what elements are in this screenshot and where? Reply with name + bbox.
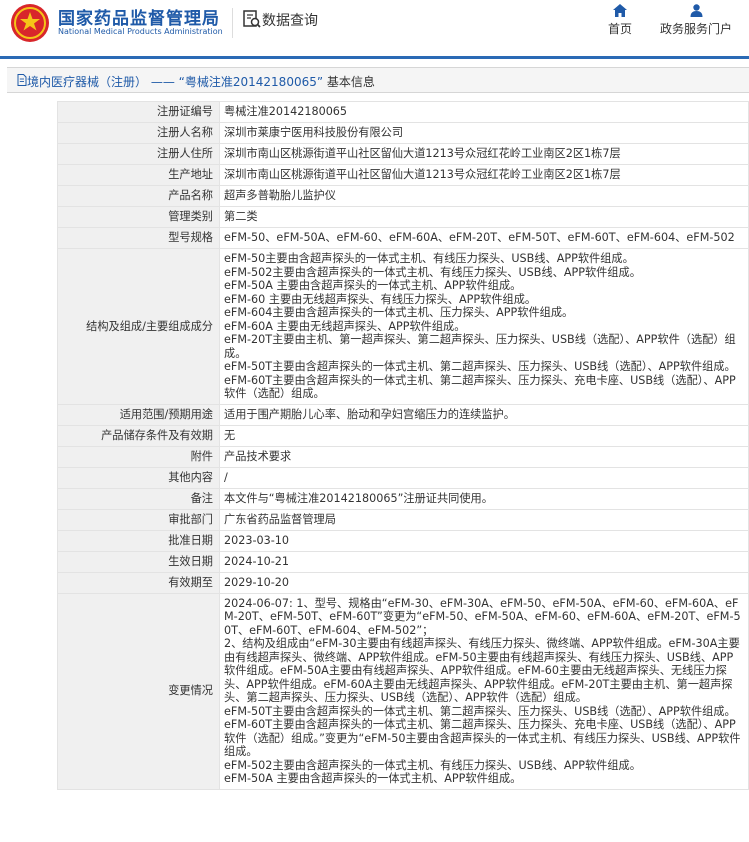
field-label: 产品名称 [57, 185, 220, 207]
field-value: 深圳市莱康宁医用科技股份有限公司 [219, 122, 749, 144]
registration-info-table: 注册证编号 粤械注准20142180065 注册人名称 深圳市莱康宁医用科技股份有限公… [57, 101, 749, 790]
breadcrumb-separator: —— [147, 75, 179, 89]
field-value: 广东省药品监督管理局 [219, 508, 749, 531]
site-title[interactable]: 国家药品监督管理局 [58, 4, 220, 29]
table-row: 结构及组成/主要组成成分 eFM-50主要由含超声探头的一体式主机、有线压力探头、… [57, 248, 749, 405]
table-row: 注册证编号 粤械注准20142180065 [57, 101, 749, 123]
field-label: 产品储存条件及有效期 [57, 424, 220, 447]
field-label: 注册人名称 [57, 122, 220, 144]
breadcrumb-item: “粤械注准20142180065” [178, 75, 324, 89]
table-row: 产品名称 超声多普勒胎儿监护仪 [57, 185, 749, 207]
field-label: 结构及组成/主要组成成分 [57, 248, 220, 405]
breadcrumb-category[interactable]: 境内医疗器械（注册） [27, 75, 147, 89]
field-value: 2029-10-20 [219, 571, 749, 594]
field-value: 粤械注准20142180065 [219, 101, 749, 123]
field-value: 2024-06-07: 1、型号、规格由“eFM-30、eFM-30A、eFM-… [219, 592, 749, 790]
table-row: 审批部门 广东省药品监督管理局 [57, 508, 749, 531]
document-icon [17, 74, 27, 86]
field-value: 本文件与“粤械注准20142180065”注册证共同使用。 [219, 487, 749, 510]
national-emblem-icon[interactable] [10, 3, 50, 43]
field-value: 深圳市南山区桃源街道平山社区留仙大道1213号众冠红花岭工业南区2区1栋7层 [219, 164, 749, 186]
user-icon [690, 4, 702, 17]
field-value: 无 [219, 424, 749, 447]
table-row: 适用范围/预期用途 适用于围产期胎儿心率、胎动和孕妇宫缩压力的连续监护。 [57, 403, 749, 426]
field-label: 备注 [57, 487, 220, 510]
data-query-icon[interactable] [242, 9, 262, 29]
field-label: 注册人住所 [57, 143, 220, 165]
field-value: 2024-10-21 [219, 550, 749, 573]
field-label: 有效期至 [57, 571, 220, 594]
field-value: 超声多普勒胎儿监护仪 [219, 185, 749, 207]
table-row: 管理类别 第二类 [57, 206, 749, 228]
field-label: 生效日期 [57, 550, 220, 573]
table-row: 备注 本文件与“粤械注准20142180065”注册证共同使用。 [57, 487, 749, 510]
nav-home-label: 首页 [607, 22, 632, 36]
field-label: 批准日期 [57, 529, 220, 552]
site-header: 国家药品监督管理局 National Medical Products Admi… [0, 0, 749, 59]
field-value: 深圳市南山区桃源街道平山社区留仙大道1213号众冠红花岭工业南区2区1栋7层 [219, 143, 749, 165]
field-value: 产品技术要求 [219, 445, 749, 468]
table-row: 注册人名称 深圳市莱康宁医用科技股份有限公司 [57, 122, 749, 144]
home-icon [613, 4, 627, 17]
field-label: 生产地址 [57, 164, 220, 186]
field-label: 其他内容 [57, 466, 220, 489]
breadcrumb-page: 基本信息 [326, 75, 375, 89]
field-value: 适用于围产期胎儿心率、胎动和孕妇宫缩压力的连续监护。 [219, 403, 749, 426]
table-row: 批准日期 2023-03-10 [57, 529, 749, 552]
table-row: 其他内容 / [57, 466, 749, 489]
field-value: / [219, 466, 749, 489]
field-label: 管理类别 [57, 206, 220, 228]
site-title-en[interactable]: National Medical Products Administration [58, 27, 223, 36]
table-row: 变更情况 2024-06-07: 1、型号、规格由“eFM-30、eFM-30A、… [57, 592, 749, 790]
nav-gov-service-label: 政务服务门户 [659, 22, 732, 36]
field-label: 附件 [57, 445, 220, 468]
table-row: 产品储存条件及有效期无 [57, 424, 749, 447]
field-value: eFM-50、eFM-50A、eFM-60、eFM-60A、eFM-20T、eF… [219, 227, 749, 249]
breadcrumb: 境内医疗器械（注册） —— “粤械注准20142180065” 基本信息 [7, 67, 749, 93]
field-label: 审批部门 [57, 508, 220, 531]
field-value: eFM-50主要由含超声探头的一体式主机、有线压力探头、USB线、APP软件组成… [219, 248, 749, 405]
nav-gov-service[interactable]: 政务服务门户 [656, 4, 736, 37]
table-row: 型号规格 eFM-50、eFM-50A、eFM-60、eFM-60A、eFM-20… [57, 227, 749, 249]
field-value: 2023-03-10 [219, 529, 749, 552]
table-row: 生产地址 深圳市南山区桃源街道平山社区留仙大道1213号众冠红花岭工业南区2区1栋… [57, 164, 749, 186]
data-query-link[interactable]: 数据查询 [262, 10, 318, 30]
table-row: 生效日期 2024-10-21 [57, 550, 749, 573]
field-label: 型号规格 [57, 227, 220, 249]
table-row: 附件 产品技术要求 [57, 445, 749, 468]
field-label: 变更情况 [57, 592, 220, 790]
field-label: 注册证编号 [57, 101, 220, 123]
field-value: 第二类 [219, 206, 749, 228]
field-label: 适用范围/预期用途 [57, 403, 220, 426]
nav-home[interactable]: 首页 [604, 4, 636, 37]
table-row: 注册人住所 深圳市南山区桃源街道平山社区留仙大道1213号众冠红花岭工业南区2区1… [57, 143, 749, 165]
table-row: 有效期至 2029-10-20 [57, 571, 749, 594]
header-divider [232, 8, 233, 38]
